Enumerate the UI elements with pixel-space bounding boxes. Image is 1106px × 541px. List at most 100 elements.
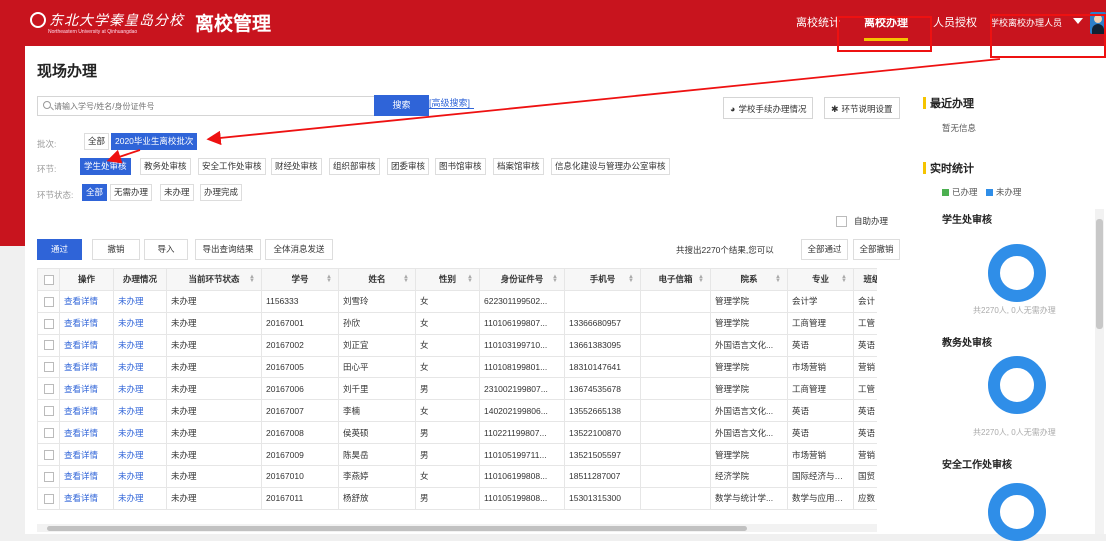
view-details-link[interactable]: 查看详情 [59,311,114,335]
row-checkbox[interactable] [43,318,54,329]
sort-icon[interactable]: ▲ ▼ [326,274,332,284]
step-settings-button[interactable]: ✱ 环节说明设置 [824,97,900,119]
status-option-pending[interactable]: 未办理 [160,184,194,201]
import-button[interactable]: 导入 [144,239,188,260]
handling-status[interactable]: 未办理 [113,443,167,467]
auto-handle-checkbox[interactable] [836,216,847,227]
horizontal-scrollbar[interactable] [37,524,877,532]
batch-option-all[interactable]: 全部 [84,133,110,150]
nav-personnel-auth[interactable]: 人员授权 [933,0,977,46]
select-all-checkbox[interactable] [43,274,54,285]
row-select-cell[interactable] [37,465,60,488]
row-checkbox[interactable] [43,340,54,351]
view-details-link[interactable]: 查看详情 [59,486,114,510]
select-all-cell[interactable] [37,268,60,291]
step-option-youth-league[interactable]: 团委审核 [387,158,430,175]
step-option-organization[interactable]: 组织部审核 [329,158,380,175]
col-header-sortable[interactable]: 学号 ▲ ▼ [261,268,339,291]
col-header-sortable[interactable]: 姓名 ▲ ▼ [338,268,416,291]
handling-status[interactable]: 未办理 [113,289,167,313]
avatar[interactable] [1090,12,1106,34]
batch-option-2020[interactable]: 2020毕业生离校批次 [111,133,198,150]
view-details-link[interactable]: 查看详情 [59,421,114,445]
table-row[interactable]: 查看详情 未办理 未办理 20167006 刘千里男 231002199807... 136… [37,377,877,401]
step-option-academic[interactable]: 教务处审核 [140,158,191,175]
step-option-it-office[interactable]: 信息化建设与管理办公室审核 [551,158,670,175]
sort-icon[interactable]: ▲ ▼ [841,274,847,284]
row-select-cell[interactable] [37,289,60,313]
row-select-cell[interactable] [37,333,60,357]
row-checkbox[interactable] [43,406,54,417]
row-select-cell[interactable] [37,443,60,467]
search-input[interactable] [54,98,374,114]
table-row[interactable]: 查看详情 未办理 未办理 1156333 刘雪玲女 622301199502... 管理学院… [37,289,877,313]
handling-status[interactable]: 未办理 [113,399,167,423]
sort-icon[interactable]: ▲ ▼ [775,274,781,284]
row-select-cell[interactable] [37,311,60,335]
broadcast-message-button[interactable]: 全体消息发送 [265,239,333,260]
sort-icon[interactable]: ▲ ▼ [628,274,634,284]
table-row[interactable]: 查看详情 未办理 未办理 20167008 侯英硕男 110221199807... 135… [37,421,877,445]
row-checkbox[interactable] [43,449,54,460]
handling-status[interactable]: 未办理 [113,486,167,510]
search-button[interactable]: 搜索 [374,95,429,116]
nav-leave-stats[interactable]: 离校统计 [796,0,840,46]
user-role-menu[interactable]: 学校离校办理人员 [990,0,1062,46]
col-header-sortable[interactable]: 专业 ▲ ▼ [787,268,854,291]
scrollbar-thumb[interactable] [47,526,747,531]
status-option-all[interactable]: 全部 [82,184,108,201]
sort-icon[interactable]: ▲ ▼ [698,274,704,284]
view-details-link[interactable]: 查看详情 [59,355,114,379]
col-header-sortable[interactable]: 当前环节状态 ▲ ▼ [166,268,262,291]
row-checkbox[interactable] [43,428,54,439]
sort-icon[interactable]: ▲ ▼ [552,274,558,284]
sort-icon[interactable]: ▲ ▼ [249,274,255,284]
step-option-finance[interactable]: 财经处审核 [271,158,322,175]
row-select-cell[interactable] [37,377,60,401]
row-select-cell[interactable] [37,355,60,379]
view-details-link[interactable]: 查看详情 [59,399,114,423]
col-header-sortable[interactable]: 电子信箱 ▲ ▼ [640,268,711,291]
pass-button[interactable]: 通过 [37,239,82,260]
handling-status[interactable]: 未办理 [113,355,167,379]
handling-status[interactable]: 未办理 [113,311,167,335]
revoke-button[interactable]: 撤销 [92,239,140,260]
step-option-student-affairs[interactable]: 学生处审核 [80,158,131,175]
revoke-all-button[interactable]: 全部撤销 [853,239,900,260]
handling-status[interactable]: 未办理 [113,333,167,357]
vertical-scrollbar[interactable] [1095,209,1104,534]
row-checkbox[interactable] [43,493,54,504]
row-checkbox[interactable] [43,296,54,307]
view-details-link[interactable]: 查看详情 [59,333,114,357]
table-row[interactable]: 查看详情 未办理 未办理 20167010 李燕婷女 110106199808... 185… [37,465,877,488]
sort-icon[interactable]: ▲ ▼ [467,274,473,284]
view-details-link[interactable]: 查看详情 [59,465,114,488]
handling-status[interactable]: 未办理 [113,421,167,445]
nav-leave-handling[interactable]: 离校办理 [864,0,908,46]
table-row[interactable]: 查看详情 未办理 未办理 20167007 李楠女 140202199806... 1355… [37,399,877,423]
export-results-button[interactable]: 导出查询结果 [195,239,261,260]
handling-status[interactable]: 未办理 [113,465,167,488]
step-option-archives[interactable]: 档案馆审核 [493,158,544,175]
table-row[interactable]: 查看详情 未办理 未办理 20167005 田心平女 110108199801... 183… [37,355,877,379]
status-option-no-need[interactable]: 无需办理 [110,184,153,201]
sort-icon[interactable]: ▲ ▼ [403,274,409,284]
table-row[interactable]: 查看详情 未办理 未办理 20167011 杨舒放男 110105199808... 153… [37,486,877,510]
col-header-sortable[interactable]: 院系 ▲ ▼ [710,268,788,291]
view-details-link[interactable]: 查看详情 [59,289,114,313]
view-details-link[interactable]: 查看详情 [59,377,114,401]
school-handbook-button[interactable]: ◕ 学校手续办理情况 [723,97,814,119]
view-details-link[interactable]: 查看详情 [59,443,114,467]
col-header-sortable[interactable]: 身份证件号 ▲ ▼ [479,268,565,291]
status-option-done[interactable]: 办理完成 [200,184,243,201]
row-select-cell[interactable] [37,399,60,423]
scrollbar-thumb[interactable] [1096,219,1103,329]
handling-status[interactable]: 未办理 [113,377,167,401]
table-row[interactable]: 查看详情 未办理 未办理 20167002 刘正宜女 110103199710... 136… [37,333,877,357]
step-option-library[interactable]: 图书馆审核 [435,158,486,175]
row-select-cell[interactable] [37,486,60,510]
row-checkbox[interactable] [43,362,54,373]
col-header-sortable[interactable]: 手机号 ▲ ▼ [564,268,641,291]
step-option-security[interactable]: 安全工作处审核 [198,158,266,175]
table-row[interactable]: 查看详情 未办理 未办理 20167009 陈昊岳男 110105199711... 135… [37,443,877,467]
